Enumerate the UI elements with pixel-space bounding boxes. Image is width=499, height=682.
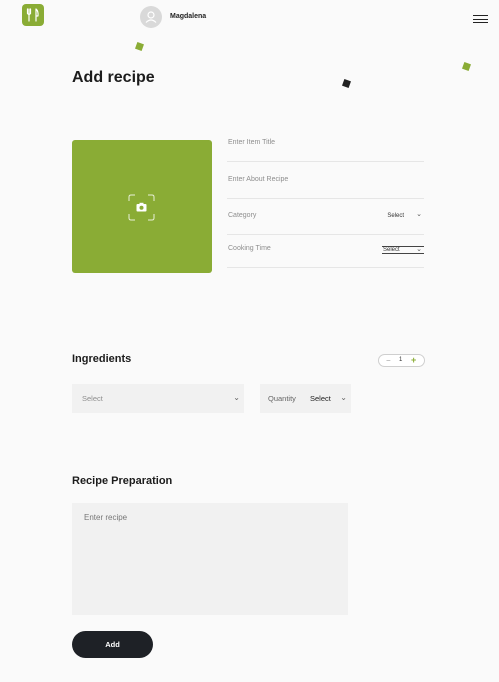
user-icon	[145, 11, 157, 23]
decrement-button[interactable]: −	[386, 356, 391, 365]
ingredient-select[interactable]: Select ⌄	[72, 384, 244, 413]
image-upload-area[interactable]	[72, 140, 212, 273]
cooking-time-field[interactable]: Cooking Time Select ⌄	[227, 243, 424, 268]
fork-knife-icon	[26, 8, 39, 22]
about-recipe-field[interactable]: Enter About Recipe	[227, 174, 424, 199]
chevron-down-icon: ⌄	[416, 246, 422, 253]
cooking-time-value: Select	[383, 247, 400, 253]
add-button[interactable]: Add	[72, 631, 153, 658]
preparation-title: Recipe Preparation	[72, 475, 173, 487]
chevron-down-icon: ⌄	[233, 393, 240, 402]
app-logo[interactable]	[22, 4, 44, 26]
page-title: Add recipe	[72, 69, 155, 86]
chevron-down-icon[interactable]: ⌄	[340, 393, 347, 402]
ingredients-title: Ingredients	[72, 353, 132, 365]
about-recipe-placeholder: Enter About Recipe	[228, 176, 289, 183]
category-select[interactable]: Select	[387, 213, 404, 219]
ingredient-select-placeholder: Select	[82, 394, 103, 403]
chevron-down-icon[interactable]: ⌄	[416, 210, 422, 218]
camera-icon	[128, 194, 155, 221]
increment-button[interactable]: +	[411, 355, 416, 365]
decorative-square	[135, 42, 144, 51]
quantity-field[interactable]: Quantity Select ⌄	[260, 384, 351, 413]
avatar[interactable]	[140, 6, 162, 28]
category-label: Category	[228, 212, 257, 219]
recipe-preparation-textarea[interactable]: Enter recipe	[72, 503, 348, 615]
item-title-placeholder: Enter Item Title	[228, 139, 276, 146]
decorative-square	[342, 79, 351, 88]
decorative-square	[462, 62, 471, 71]
cooking-time-select[interactable]: Select ⌄	[382, 246, 424, 254]
item-title-field[interactable]: Enter Item Title	[227, 137, 424, 162]
quantity-stepper[interactable]: − 1 +	[378, 354, 425, 367]
hamburger-menu-icon[interactable]	[473, 15, 488, 25]
user-name[interactable]: Magdalena	[170, 13, 206, 20]
category-field[interactable]: Category Select ⌄	[227, 210, 424, 235]
stepper-value: 1	[399, 357, 403, 363]
recipe-preparation-placeholder: Enter recipe	[84, 513, 128, 522]
quantity-label[interactable]: Quantity	[268, 394, 304, 403]
quantity-unit-select[interactable]: Select	[310, 394, 331, 403]
cooking-time-label: Cooking Time	[228, 245, 271, 252]
